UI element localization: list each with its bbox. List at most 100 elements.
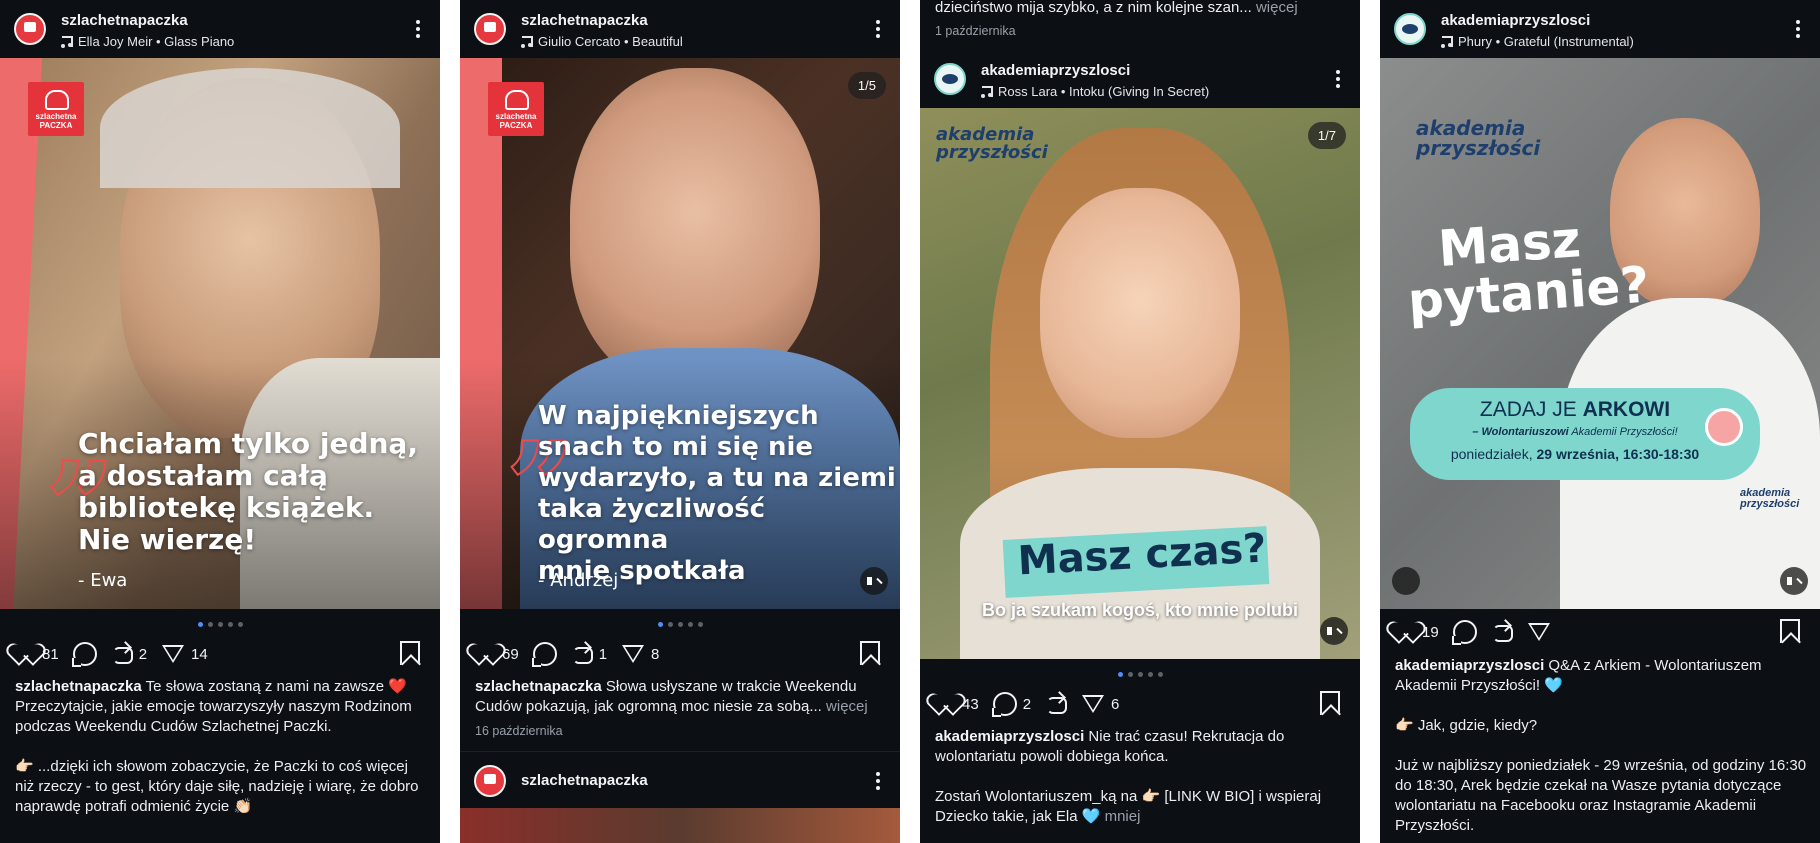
heart-icon xyxy=(14,644,36,664)
comment-button[interactable] xyxy=(1451,620,1477,645)
bookmark-icon[interactable] xyxy=(860,641,880,665)
action-bar: 69 1 8 xyxy=(474,639,886,669)
post-image[interactable]: akademia przyszłości Masz pytanie? ZADAJ J… xyxy=(1380,58,1820,609)
music-attribution[interactable]: Phury • Grateful (Instrumental) xyxy=(1441,34,1634,49)
portrait-face xyxy=(570,68,820,388)
username[interactable]: akademiaprzyszlosci xyxy=(1441,12,1590,29)
music-label: Ross Lara • Intoku (Giving In Secret) xyxy=(998,84,1210,99)
banner-date: poniedziałek, 29 września, 16:30-18:30 xyxy=(1450,446,1700,462)
repost-icon xyxy=(111,644,133,664)
send-icon xyxy=(1081,693,1105,715)
akademia-logo: akademia przyszłości xyxy=(1416,116,1541,160)
username[interactable]: szlachetnapaczka xyxy=(521,772,648,789)
avatar[interactable] xyxy=(474,13,506,45)
like-button[interactable]: 19 xyxy=(1394,622,1439,642)
comment-count: 2 xyxy=(1022,695,1032,713)
banner-title: ZADAJ JE ARKOWI xyxy=(1479,398,1671,421)
more-options-icon[interactable] xyxy=(1336,70,1340,88)
music-note-icon xyxy=(1441,35,1453,48)
repost-button[interactable]: 1 xyxy=(571,644,607,664)
repost-button[interactable] xyxy=(1491,622,1513,642)
comment-button[interactable] xyxy=(531,642,557,667)
carousel-dots xyxy=(920,672,1360,678)
comment-icon xyxy=(71,642,97,667)
carousel-counter: 1/5 xyxy=(847,72,886,99)
post-caption: akademiaprzyszlosci Q&A z Arkiem - Wolon… xyxy=(1395,656,1807,836)
post-header: akademiaprzyszlosci Phury • Grateful (In… xyxy=(1380,0,1820,58)
music-label: Giulio Cercato • Beautiful xyxy=(538,34,683,49)
like-button[interactable]: 81 xyxy=(14,644,59,664)
quote-author: - Andrzej xyxy=(538,570,619,591)
caption-text: Q&A z Arkiem - Wolontariuszem Akademii P… xyxy=(1395,657,1807,834)
post-header: akademiaprzyszlosci Ross Lara • Intoku (… xyxy=(920,50,1360,108)
heart-icon xyxy=(474,644,496,664)
repost-count: 1 xyxy=(598,645,608,663)
more-options-icon[interactable] xyxy=(876,20,880,38)
share-button[interactable] xyxy=(1527,621,1551,643)
avatar[interactable] xyxy=(474,765,506,797)
post-caption: szlachetnapaczka Te słowa zostaną z nami… xyxy=(15,677,427,817)
comment-button[interactable] xyxy=(71,642,97,667)
more-options-icon[interactable] xyxy=(876,772,880,790)
repost-button[interactable] xyxy=(1045,694,1068,714)
repost-button[interactable]: 2 xyxy=(111,644,147,664)
comment-button[interactable]: 2 xyxy=(991,692,1032,717)
carousel-dots xyxy=(0,622,440,628)
repost-icon xyxy=(1491,622,1513,642)
repost-count: 2 xyxy=(138,645,148,663)
share-button[interactable]: 8 xyxy=(621,643,659,665)
music-attribution[interactable]: Ross Lara • Intoku (Giving In Secret) xyxy=(981,84,1209,99)
like-button[interactable]: 43 xyxy=(934,694,979,714)
heart-badge-icon xyxy=(1705,408,1743,446)
repost-icon xyxy=(571,644,593,664)
less-link[interactable]: mniej xyxy=(1100,808,1141,825)
post-caption: akademiaprzyszlosci Nie trać czasu! Rekr… xyxy=(935,727,1347,827)
caption-username[interactable]: szlachetnapaczka xyxy=(475,678,602,695)
mute-icon[interactable] xyxy=(860,567,888,595)
music-label: Ella Joy Meir • Glass Piano xyxy=(78,34,235,49)
caption-username[interactable]: akademiaprzyszlosci xyxy=(935,728,1084,745)
music-note-icon xyxy=(981,85,993,98)
action-bar: 81 2 14 xyxy=(14,639,426,669)
send-icon xyxy=(1527,621,1551,643)
repost-icon xyxy=(1045,694,1068,714)
more-options-icon[interactable] xyxy=(416,20,420,38)
username[interactable]: akademiaprzyszlosci xyxy=(981,62,1130,79)
username[interactable]: szlachetnapaczka xyxy=(61,12,188,29)
share-button[interactable]: 6 xyxy=(1081,693,1119,715)
avatar[interactable] xyxy=(1394,13,1426,45)
music-attribution[interactable]: Giulio Cercato • Beautiful xyxy=(521,34,683,49)
mute-icon[interactable] xyxy=(1320,617,1348,645)
avatar[interactable] xyxy=(934,63,966,95)
more-link[interactable]: więcej xyxy=(1252,0,1298,16)
music-attribution[interactable]: Ella Joy Meir • Glass Piano xyxy=(61,34,234,49)
bookmark-icon[interactable] xyxy=(1320,691,1340,715)
share-count: 14 xyxy=(191,645,208,663)
post-image[interactable]: szlachetna PACZKA „ Chciałam tylko jedną,… xyxy=(0,58,440,609)
szlachetna-paczka-logo: szlachetna PACZKA xyxy=(488,82,544,136)
send-icon xyxy=(161,643,185,665)
quote-author: - Ewa xyxy=(78,570,128,591)
music-note-icon xyxy=(61,35,73,48)
mute-icon[interactable] xyxy=(1780,567,1808,595)
share-count: 8 xyxy=(651,645,660,663)
bookmark-icon[interactable] xyxy=(1780,619,1800,643)
quote-text: W najpiękniejszych snach to mi się nie w… xyxy=(538,401,896,586)
post-image[interactable]: akademia przyszłości 1/7 Masz czas? Bo ja… xyxy=(920,108,1360,659)
more-link[interactable]: więcej xyxy=(822,698,868,715)
more-options-icon[interactable] xyxy=(1796,20,1800,38)
share-button[interactable]: 14 xyxy=(161,643,208,665)
akademia-logo: akademia przyszłości xyxy=(936,124,1048,163)
portrait-face xyxy=(1040,188,1240,438)
avatar[interactable] xyxy=(14,13,46,45)
portrait-hair xyxy=(100,68,400,188)
like-button[interactable]: 69 xyxy=(474,644,519,664)
caption-username[interactable]: szlachetnapaczka xyxy=(15,678,142,695)
next-post-image[interactable] xyxy=(460,808,900,843)
bookmark-icon[interactable] xyxy=(400,641,420,665)
post-image[interactable]: szlachetna PACZKA 1/5 „ W najpiękniejszyc… xyxy=(460,58,900,609)
caption-username[interactable]: akademiaprzyszlosci xyxy=(1395,657,1544,674)
username[interactable]: szlachetnapaczka xyxy=(521,12,648,29)
music-label: Phury • Grateful (Instrumental) xyxy=(1458,34,1634,49)
calendar-icon[interactable] xyxy=(1392,567,1420,595)
